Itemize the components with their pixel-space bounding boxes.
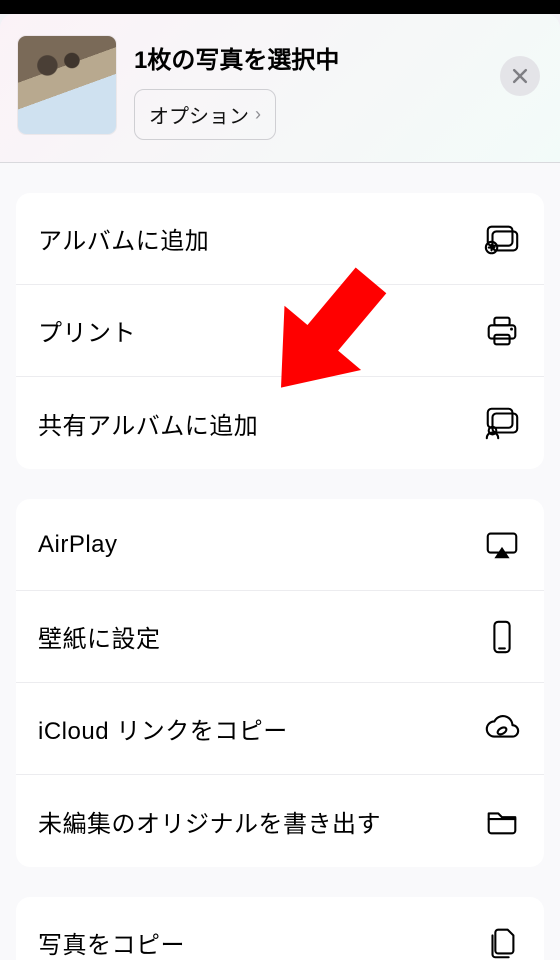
row-add-to-album[interactable]: アルバムに追加: [16, 193, 544, 285]
options-label: オプション: [149, 100, 249, 129]
header-text-block: 1枚の写真を選択中 オプション ›: [134, 36, 542, 140]
shared-album-icon: [482, 403, 522, 443]
action-group-3: 写真をコピー 文字盤作成 連絡先に割り当てる: [16, 897, 544, 960]
folder-icon: [482, 801, 522, 841]
print-icon: [482, 311, 522, 351]
row-label: iCloud リンクをコピー: [38, 711, 288, 746]
action-group-2: AirPlay 壁紙に設定 iCloud リンクをコピー 未編集のオリジナルを書…: [16, 499, 544, 867]
row-airplay[interactable]: AirPlay: [16, 499, 544, 591]
close-button[interactable]: [500, 56, 540, 96]
copy-icon: [482, 923, 522, 960]
phone-icon: [482, 617, 522, 657]
action-group-1: アルバムに追加 プリント 共有アルバムに追加: [16, 193, 544, 469]
row-label: 写真をコピー: [38, 925, 185, 960]
row-add-to-shared-album[interactable]: 共有アルバムに追加: [16, 377, 544, 469]
row-label: プリント: [38, 313, 136, 348]
row-label: 壁紙に設定: [38, 619, 161, 654]
chevron-right-icon: ›: [255, 104, 261, 125]
row-label: AirPlay: [38, 531, 118, 559]
photo-thumbnail[interactable]: [18, 36, 116, 134]
selection-title: 1枚の写真を選択中: [134, 40, 542, 75]
status-bar: [0, 0, 560, 14]
sheet-header: 1枚の写真を選択中 オプション ›: [0, 14, 560, 163]
share-sheet: 1枚の写真を選択中 オプション › アルバムに追加 プリント: [0, 14, 560, 960]
row-copy-photo[interactable]: 写真をコピー: [16, 897, 544, 960]
close-icon: [510, 66, 530, 86]
row-label: 未編集のオリジナルを書き出す: [38, 804, 381, 839]
row-copy-icloud-link[interactable]: iCloud リンクをコピー: [16, 683, 544, 775]
row-label: 共有アルバムに追加: [38, 406, 258, 441]
row-export-original[interactable]: 未編集のオリジナルを書き出す: [16, 775, 544, 867]
options-button[interactable]: オプション ›: [134, 89, 276, 140]
row-label: アルバムに追加: [38, 221, 209, 256]
actions-content: アルバムに追加 プリント 共有アルバムに追加 AirPlay: [0, 193, 560, 960]
row-set-wallpaper[interactable]: 壁紙に設定: [16, 591, 544, 683]
cloud-link-icon: [482, 709, 522, 749]
album-add-icon: [482, 219, 522, 259]
airplay-icon: [482, 525, 522, 565]
row-print[interactable]: プリント: [16, 285, 544, 377]
